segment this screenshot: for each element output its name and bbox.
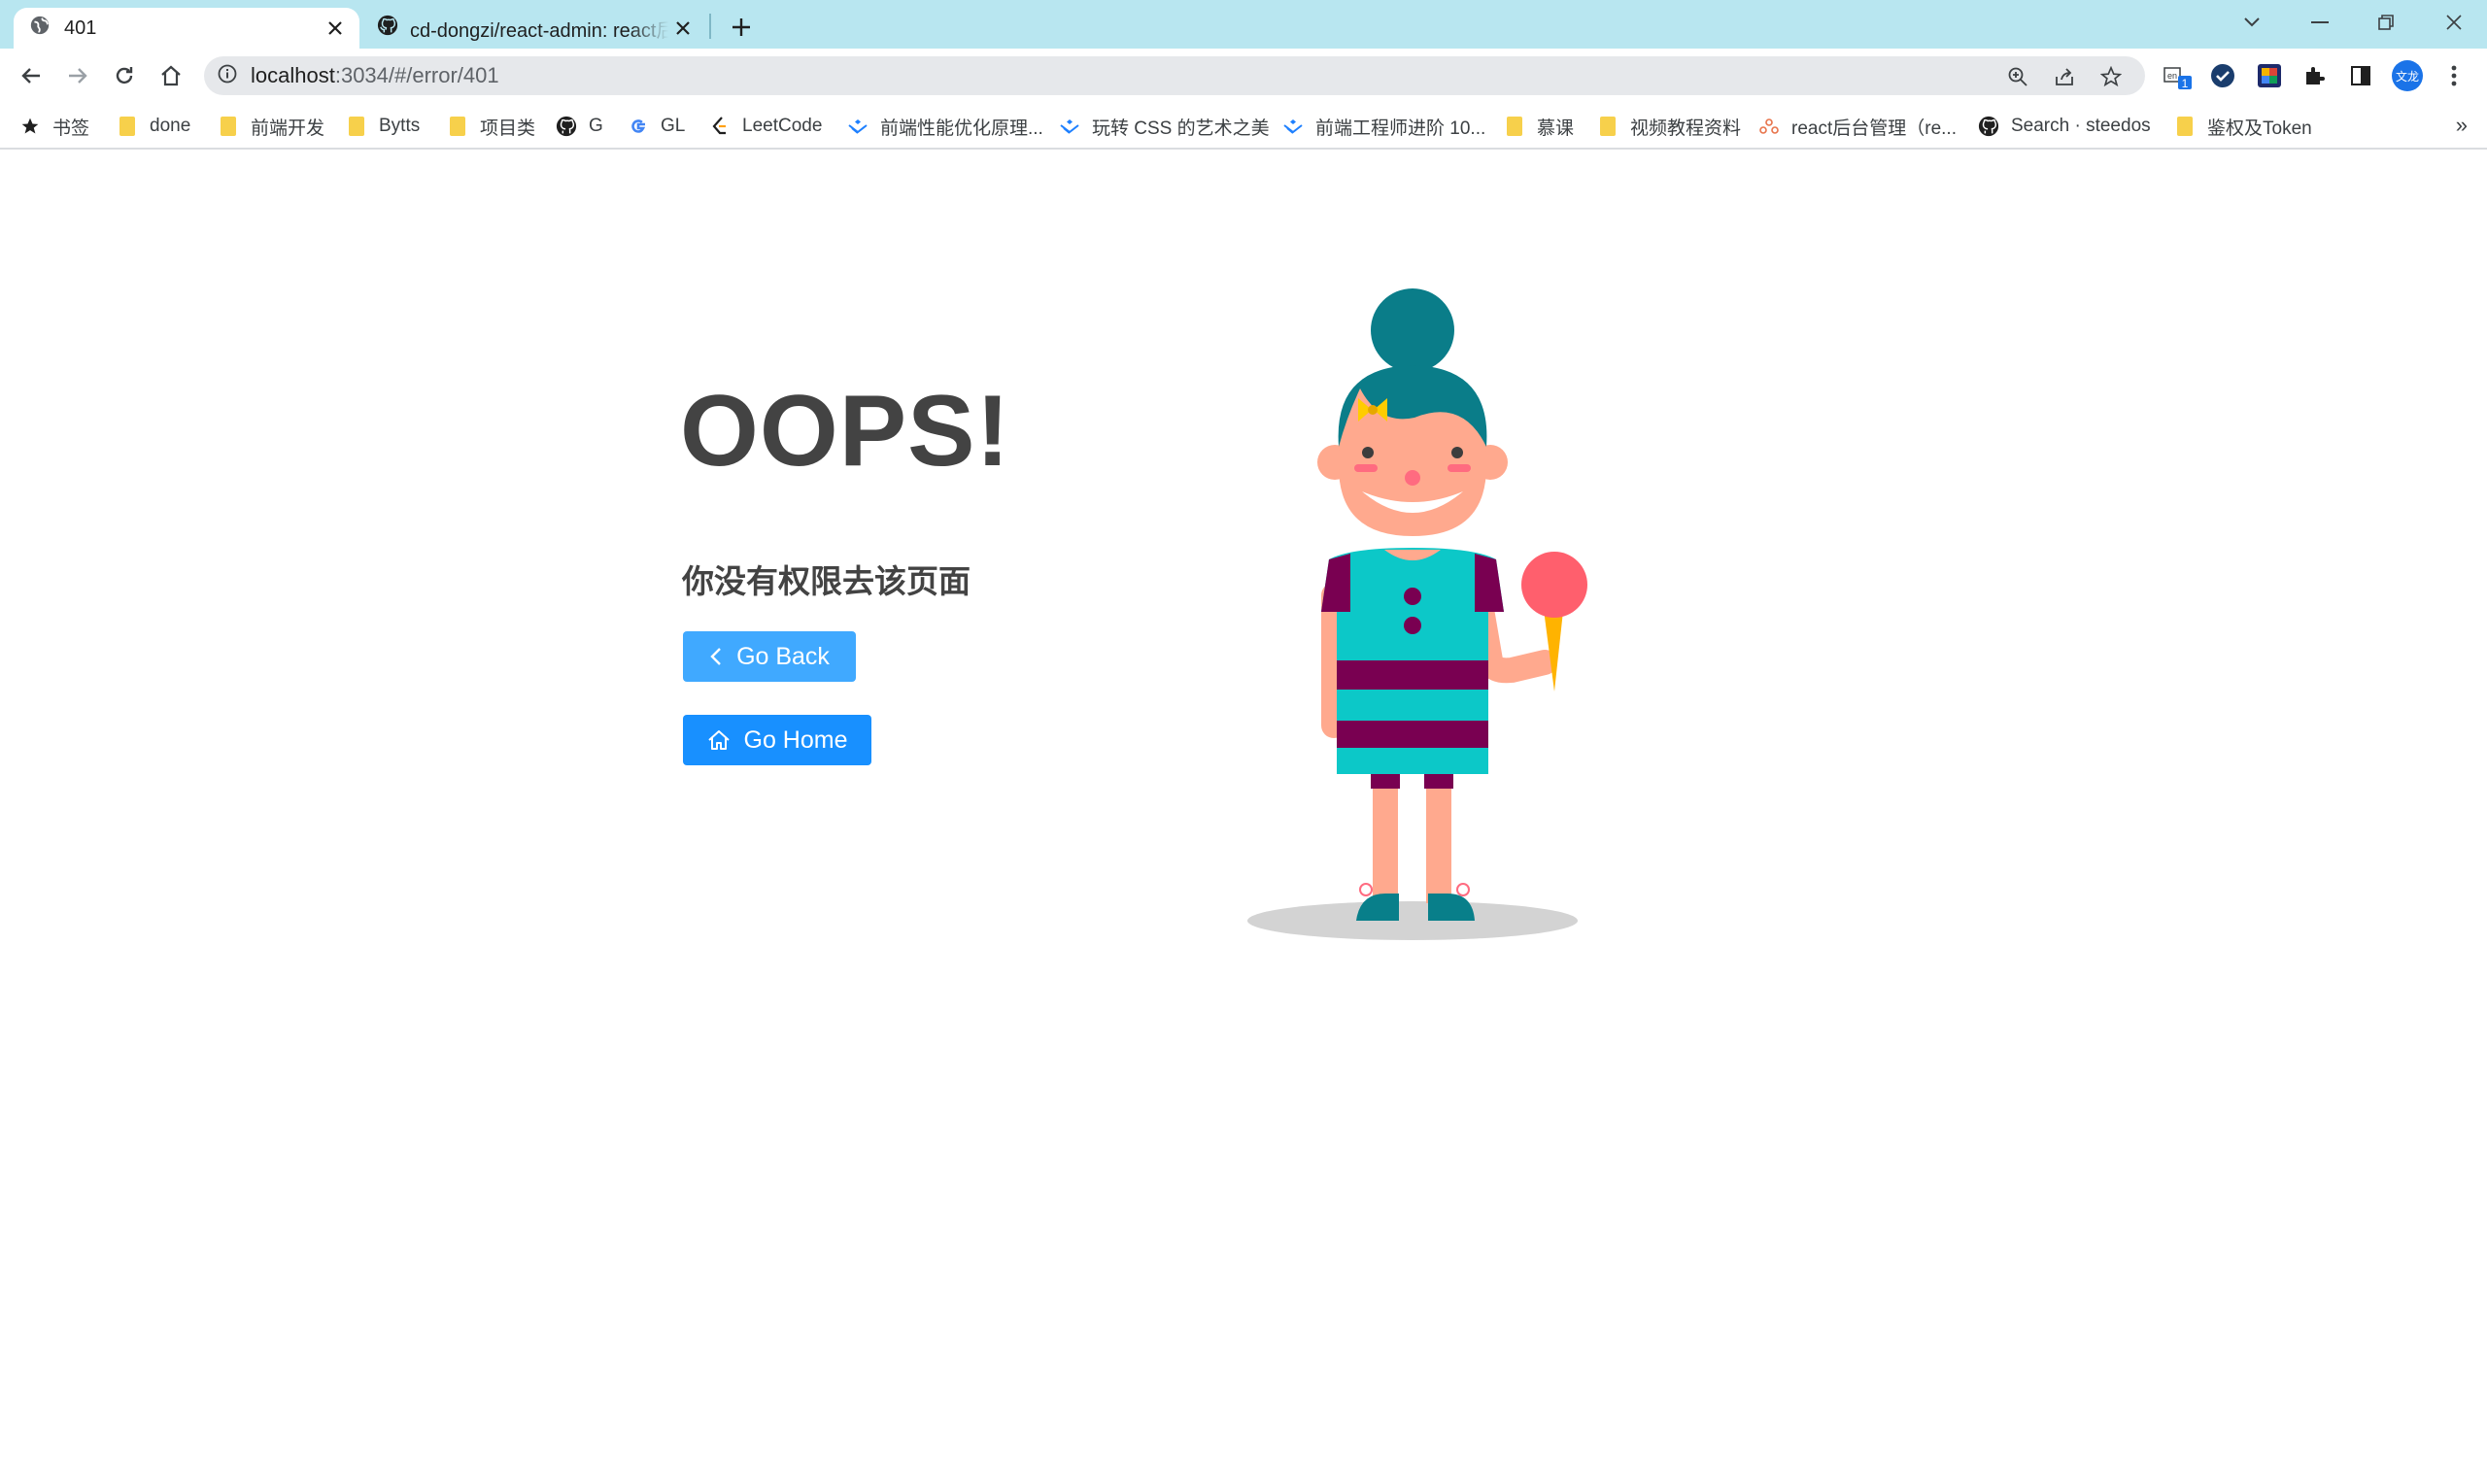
menu-kebab-icon[interactable] [2438, 60, 2470, 91]
tab-title: 401 [64, 17, 97, 39]
google-icon [628, 116, 649, 137]
folder-icon [218, 116, 239, 137]
github-icon [556, 116, 577, 137]
chevron-left-icon [709, 646, 723, 667]
bookmark-item[interactable]: 书签 [19, 111, 89, 142]
checkmark-extension-icon[interactable] [2207, 60, 2238, 91]
bookmark-star-icon[interactable] [2096, 62, 2126, 91]
side-panel-icon[interactable] [2345, 60, 2376, 91]
bookmark-item[interactable]: 玩转 CSS 的艺术之美 [1059, 111, 1270, 142]
zoom-icon[interactable] [2003, 62, 2032, 91]
bookmark-item[interactable]: 前端性能优化原理... [847, 111, 1043, 142]
juejin-icon [1282, 116, 1304, 137]
bookmark-item[interactable]: done [117, 111, 190, 142]
translate-extension-icon[interactable]: 1 en [2163, 60, 2194, 91]
tab-active[interactable]: 401 [14, 8, 359, 49]
forward-arrow-icon[interactable] [60, 58, 95, 93]
go-home-button[interactable]: Go Home [683, 715, 871, 765]
bookmarks-overflow-icon[interactable]: » [2456, 113, 2468, 138]
bookmark-item[interactable]: Search · steedos [1978, 111, 2151, 142]
tab-github[interactable]: cd-dongzi/react-admin: react后 [367, 8, 707, 49]
folder-icon [2174, 116, 2196, 137]
bookmark-item[interactable]: LeetCode [709, 111, 822, 142]
folder-icon [1504, 116, 1525, 137]
go-back-button[interactable]: Go Back [683, 631, 856, 682]
new-tab-button[interactable] [725, 11, 758, 44]
folder-icon [1597, 116, 1618, 137]
folder-icon [447, 116, 468, 137]
puzzle-extensions-icon[interactable] [2299, 60, 2330, 91]
url-text[interactable]: localhost:3034/#/error/401 [251, 63, 499, 88]
address-bar[interactable]: localhost:3034/#/error/401 [204, 56, 2145, 95]
bookmark-item[interactable]: 项目类 [447, 111, 535, 142]
error-title: OOPS! [680, 375, 1011, 488]
girl-with-ice-cream-illustration [1247, 288, 1587, 940]
error-message: 你没有权限去该页面 [682, 563, 971, 599]
leetcode-icon [709, 116, 731, 137]
bookmark-item[interactable]: G [556, 111, 603, 142]
bookmark-item[interactable]: 前端工程师进阶 10... [1282, 111, 1485, 142]
tab-search-chevron-icon[interactable] [2232, 6, 2271, 39]
close-window-button[interactable] [2435, 6, 2473, 39]
go-back-label: Go Back [736, 642, 830, 670]
tab-strip: 401 cd-dongzi/react-admin: react后 [0, 0, 2487, 49]
bookmark-item[interactable]: 前端开发 [218, 111, 324, 142]
home-icon [707, 728, 731, 752]
bookmark-item[interactable]: 视频教程资料 [1597, 111, 1741, 142]
go-home-label: Go Home [743, 725, 848, 754]
back-arrow-icon[interactable] [14, 58, 49, 93]
bookmarks-bar: 书签 done 前端开发 Bytts 项目类 G GL LeetCode 前端性… [0, 103, 2487, 150]
star-icon [19, 116, 41, 137]
folder-icon [346, 116, 367, 137]
juejin-icon [847, 116, 869, 137]
profile-label: 文龙 [2396, 69, 2419, 84]
bookmark-item[interactable]: react后台管理（re... [1758, 111, 1957, 142]
close-icon[interactable] [668, 14, 698, 43]
bookmark-item[interactable]: 慕课 [1504, 111, 1574, 142]
colorful-extension-icon[interactable] [2254, 60, 2285, 91]
minimize-button[interactable] [2300, 6, 2339, 39]
close-icon[interactable] [321, 14, 350, 43]
share-icon[interactable] [2050, 62, 2079, 91]
info-icon[interactable] [218, 64, 237, 88]
restore-button[interactable] [2367, 6, 2405, 39]
bookmark-item[interactable]: Bytts [346, 111, 420, 142]
github-icon [1978, 116, 1999, 137]
site-icon [1758, 116, 1780, 137]
bookmark-item[interactable]: 鉴权及Token [2174, 111, 2312, 142]
home-icon[interactable] [153, 58, 188, 93]
extension-badge: 1 [2182, 77, 2189, 90]
juejin-icon [1059, 116, 1080, 137]
bookmark-item[interactable]: GL [628, 111, 685, 142]
reload-icon[interactable] [107, 58, 142, 93]
profile-avatar[interactable]: 文龙 [2392, 60, 2423, 91]
extension-badge-label: en [2167, 71, 2177, 81]
tab-title: cd-dongzi/react-admin: react后 [410, 19, 668, 42]
globe-icon [29, 15, 51, 42]
github-icon [377, 15, 398, 42]
browser-toolbar: localhost:3034/#/error/401 1 en 文龙 [0, 49, 2487, 103]
tab-separator [709, 14, 711, 39]
folder-icon [117, 116, 138, 137]
